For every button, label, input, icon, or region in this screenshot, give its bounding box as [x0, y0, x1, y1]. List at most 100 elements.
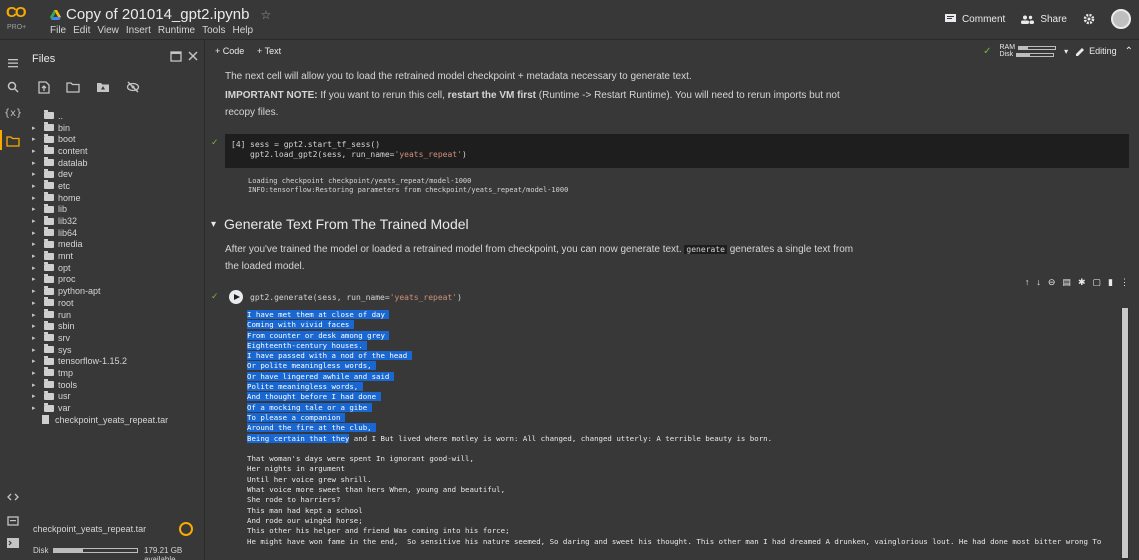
colab-logo[interactable]: CO PRO+: [6, 4, 26, 31]
expand-caret-icon[interactable]: ▸: [32, 275, 40, 283]
new-folder-icon[interactable]: [66, 81, 80, 93]
collapse-header-icon[interactable]: ⌃: [1125, 46, 1133, 57]
tree-folder[interactable]: ▸ lib: [32, 203, 202, 216]
ram-disk-meter[interactable]: RAM Disk: [1000, 44, 1057, 58]
expand-caret-icon[interactable]: ▸: [32, 369, 40, 377]
expand-caret-icon[interactable]: ▸: [32, 135, 40, 143]
tree-folder[interactable]: ▸ mnt: [32, 250, 202, 262]
notebook-title[interactable]: Copy of 201014_gpt2.ipynb ☆: [50, 6, 271, 23]
expand-caret-icon[interactable]: ▸: [32, 159, 40, 167]
tree-folder[interactable]: ▸ python-apt: [32, 285, 202, 297]
tree-item-label: tmp: [58, 367, 74, 378]
tree-folder[interactable]: ▸ lib64: [32, 227, 202, 239]
text-line: She rode to harriers?: [247, 495, 341, 505]
tree-folder[interactable]: ▸ boot: [32, 133, 202, 145]
expand-caret-icon[interactable]: ▸: [32, 322, 40, 330]
tree-folder[interactable]: ▸ dev: [32, 168, 202, 180]
expand-caret-icon[interactable]: ▸: [32, 299, 40, 307]
generated-output[interactable]: I have met them at close of day Coming w…: [225, 308, 1129, 560]
command-palette-icon[interactable]: [6, 514, 20, 528]
menu-item-file[interactable]: File: [50, 25, 66, 36]
expand-caret-icon[interactable]: ▸: [32, 392, 40, 400]
runtime-dropdown-icon[interactable]: ▾: [1064, 47, 1068, 56]
editing-mode-button[interactable]: Editing: [1076, 46, 1117, 56]
disk-usage-bar: [53, 548, 138, 553]
tree-folder[interactable]: ▸ root: [32, 297, 202, 309]
star-icon[interactable]: ☆: [260, 8, 271, 22]
tree-folder[interactable]: ▸ usr: [32, 390, 202, 403]
open-in-tab-icon[interactable]: [170, 51, 182, 62]
tree-folder[interactable]: ▸ tools: [32, 379, 202, 391]
terminal-icon[interactable]: [6, 536, 20, 550]
tree-folder[interactable]: ▸ tmp: [32, 367, 202, 379]
tree-folder[interactable]: ▸ tensorflow-1.15.2: [32, 355, 202, 367]
selected-text-line: Eighteenth-century houses.: [247, 340, 368, 350]
expand-caret-icon[interactable]: ▸: [32, 194, 40, 202]
tree-folder[interactable]: ▸ opt: [32, 262, 202, 274]
run-cell-button[interactable]: [229, 290, 243, 304]
generated-text[interactable]: I have met them at close of day Coming w…: [247, 310, 1101, 547]
menu-item-insert[interactable]: Insert: [126, 25, 151, 36]
avatar[interactable]: [1111, 9, 1131, 29]
expand-caret-icon[interactable]: ▸: [32, 334, 40, 342]
expand-caret-icon[interactable]: ▸: [32, 147, 40, 155]
tree-folder[interactable]: ▸ var: [32, 402, 202, 414]
add-text-button[interactable]: + Text: [257, 46, 281, 56]
expand-caret-icon[interactable]: ▸: [32, 170, 40, 178]
tree-folder[interactable]: ▸ etc: [32, 180, 202, 192]
expand-caret-icon[interactable]: ▸: [32, 381, 40, 389]
hide-files-icon[interactable]: [126, 81, 140, 93]
expand-caret-icon[interactable]: ▸: [32, 217, 40, 225]
tree-folder[interactable]: ▸ sbin: [32, 320, 202, 332]
add-code-button[interactable]: + Code: [215, 46, 244, 56]
tree-folder[interactable]: ▸ sys: [32, 344, 202, 356]
expand-caret-icon[interactable]: ▸: [32, 287, 40, 295]
variables-icon[interactable]: {x}: [4, 108, 22, 122]
menu-item-edit[interactable]: Edit: [73, 25, 90, 36]
menu-item-view[interactable]: View: [97, 25, 119, 36]
tree-folder[interactable]: ▸ datalab: [32, 157, 202, 169]
tree-folder[interactable]: ▸ srv: [32, 332, 202, 344]
tree-folder[interactable]: ▸ home: [32, 192, 202, 204]
close-icon[interactable]: [188, 51, 198, 61]
share-button[interactable]: Share: [1021, 14, 1067, 25]
output-scrollbar[interactable]: [1121, 308, 1129, 560]
tree-folder[interactable]: ▸ bin: [32, 122, 202, 134]
tree-folder[interactable]: ▸ run: [32, 309, 202, 321]
code-snippets-icon[interactable]: [6, 490, 20, 504]
expand-caret-icon[interactable]: ▸: [32, 264, 40, 272]
folder-icon[interactable]: [6, 134, 20, 148]
menu-item-runtime[interactable]: Runtime: [158, 25, 195, 36]
expand-caret-icon[interactable]: ▸: [32, 404, 40, 412]
scroll-thumb[interactable]: [1122, 308, 1128, 558]
tree-item-label: var: [58, 403, 71, 414]
expand-caret-icon[interactable]: ▸: [32, 240, 40, 248]
collapse-section-icon[interactable]: ▾: [211, 219, 216, 230]
gear-icon[interactable]: [1083, 13, 1095, 25]
code-cell-generate[interactable]: gpt2.generate(sess, run_name='yeats_repe…: [225, 286, 1129, 308]
tree-folder[interactable]: ▸ proc: [32, 273, 202, 286]
tree-folder[interactable]: ▸ media: [32, 238, 202, 251]
recent-upload-file[interactable]: checkpoint_yeats_repeat.tar: [33, 524, 146, 534]
search-icon[interactable]: [6, 80, 20, 94]
expand-caret-icon[interactable]: ▸: [32, 205, 40, 213]
file-tree: .. ▸ bin ▸ boot ▸ content ▸ datalab ▸ dev ▸ etc ▸ home…: [32, 110, 202, 426]
tree-folder[interactable]: ▸ content: [32, 145, 202, 157]
tree-folder[interactable]: ..: [32, 110, 202, 122]
expand-caret-icon[interactable]: ▸: [32, 229, 40, 237]
comment-button[interactable]: Comment: [944, 14, 1005, 25]
tree-file[interactable]: checkpoint_yeats_repeat.tar: [32, 414, 202, 426]
expand-caret-icon[interactable]: ▸: [32, 346, 40, 354]
code-cell-load[interactable]: [4] sess = gpt2.start_tf_sess() gpt2.loa…: [225, 134, 1129, 168]
expand-caret-icon[interactable]: ▸: [32, 311, 40, 319]
tree-folder[interactable]: ▸ lib32: [32, 215, 202, 227]
menu-item-tools[interactable]: Tools: [202, 25, 225, 36]
mount-drive-icon[interactable]: [96, 81, 110, 93]
menu-item-help[interactable]: Help: [232, 25, 253, 36]
upload-icon[interactable]: [38, 81, 50, 94]
expand-caret-icon[interactable]: ▸: [32, 124, 40, 132]
section-heading[interactable]: ▾ Generate Text From The Trained Model: [211, 216, 469, 232]
expand-caret-icon[interactable]: ▸: [32, 182, 40, 190]
expand-caret-icon[interactable]: ▸: [32, 252, 40, 260]
expand-caret-icon[interactable]: ▸: [32, 357, 40, 365]
